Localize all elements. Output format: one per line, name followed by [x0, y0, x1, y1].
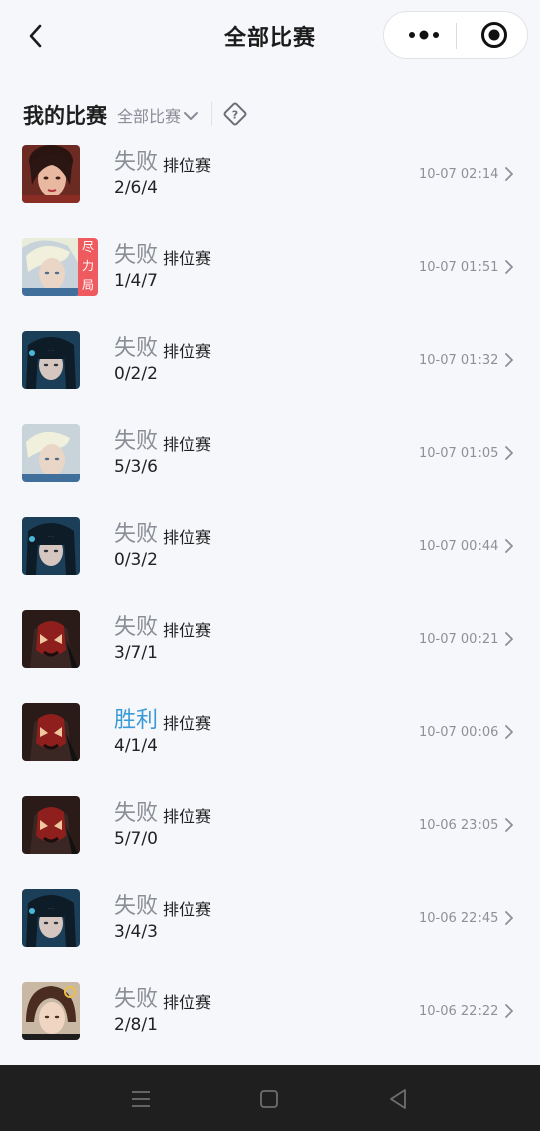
match-time: 10-07 01:32: [419, 353, 499, 368]
nav-home-button[interactable]: [253, 1083, 285, 1115]
match-time: 10-06 22:45: [419, 911, 499, 926]
nav-menu-button[interactable]: [125, 1083, 157, 1115]
chevron-right-icon: [505, 167, 513, 181]
hero-avatar: [22, 424, 80, 482]
match-result: 失败: [114, 429, 159, 454]
hero-avatar: [22, 331, 80, 389]
match-result: 失败: [114, 243, 159, 268]
effort-badge-char: 力: [81, 259, 94, 273]
match-mode: 排位赛: [163, 528, 212, 547]
match-time: 10-06 22:22: [419, 1004, 499, 1019]
match-row[interactable]: 失败 排位赛 2/8/1 10-06 22:22: [0, 973, 540, 1066]
system-nav-bar: [0, 1065, 540, 1131]
effort-badge: 尽力局: [78, 238, 98, 296]
match-time: 10-06 23:05: [419, 818, 499, 833]
match-kda: 4/1/4: [114, 736, 158, 756]
match-result: 失败: [114, 801, 159, 826]
more-dots-icon: [409, 30, 439, 40]
section-divider: [211, 102, 212, 126]
match-time: 10-07 01:51: [419, 260, 499, 275]
hero-avatar: [22, 517, 80, 575]
chevron-right-icon: [505, 818, 513, 832]
match-result: 失败: [114, 150, 159, 175]
chevron-right-icon: [505, 353, 513, 367]
hero-avatar: [22, 796, 80, 854]
match-result: 胜利: [114, 708, 159, 733]
chevron-right-icon: [505, 260, 513, 274]
more-button[interactable]: [394, 12, 454, 58]
match-row[interactable]: 失败 排位赛 2/6/4 10-07 02:14: [0, 136, 540, 229]
chevron-right-icon: [505, 632, 513, 646]
match-row[interactable]: 失败 排位赛 3/4/3 10-06 22:45: [0, 880, 540, 973]
effort-badge-char: 局: [81, 278, 94, 292]
match-result: 失败: [114, 987, 159, 1012]
target-close-icon: [481, 22, 507, 48]
match-mode: 排位赛: [163, 435, 212, 454]
hero-avatar: [22, 610, 80, 668]
match-kda: 0/3/2: [114, 550, 158, 570]
match-result: 失败: [114, 894, 159, 919]
match-row[interactable]: 失败 排位赛 5/3/6 10-07 01:05: [0, 415, 540, 508]
match-kda: 5/3/6: [114, 457, 158, 477]
match-row[interactable]: 失败 排位赛 3/7/1 10-07 00:21: [0, 601, 540, 694]
match-kda: 2/6/4: [114, 178, 158, 198]
nav-back-button[interactable]: [382, 1083, 414, 1115]
match-result: 失败: [114, 615, 159, 640]
match-time: 10-07 01:05: [419, 446, 499, 461]
capsule-divider: [456, 23, 457, 49]
hero-avatar: [22, 145, 80, 203]
match-result: 失败: [114, 522, 159, 547]
match-kda: 0/2/2: [114, 364, 158, 384]
match-kda: 1/4/7: [114, 271, 158, 291]
match-mode: 排位赛: [163, 342, 212, 361]
filter-dropdown[interactable]: 全部比赛: [117, 103, 199, 127]
chevron-right-icon: [505, 911, 513, 925]
section-title: 我的比赛: [23, 104, 107, 128]
menu-icon: [132, 1091, 150, 1107]
chevron-right-icon: [505, 725, 513, 739]
match-mode: 排位赛: [163, 156, 212, 175]
help-diamond-icon[interactable]: ?: [222, 101, 248, 127]
match-row[interactable]: 失败 排位赛 5/7/0 10-06 23:05: [0, 787, 540, 880]
mini-program-capsule: [383, 11, 528, 59]
hero-avatar: [22, 703, 80, 761]
hero-avatar: [22, 889, 80, 947]
filter-label: 全部比赛: [117, 107, 182, 126]
chevron-right-icon: [505, 1004, 513, 1018]
match-time: 10-07 02:14: [419, 167, 499, 182]
match-kda: 2/8/1: [114, 1015, 158, 1035]
chevron-down-icon: [184, 112, 199, 120]
match-time: 10-07 00:06: [419, 725, 499, 740]
match-result: 失败: [114, 336, 159, 361]
match-kda: 5/7/0: [114, 829, 158, 849]
match-row[interactable]: 失败 排位赛 0/3/2 10-07 00:44: [0, 508, 540, 601]
match-mode: 排位赛: [163, 249, 212, 268]
effort-badge-char: 尽: [81, 240, 94, 254]
match-mode: 排位赛: [163, 714, 212, 733]
section-header: 我的比赛 全部比赛 ?: [0, 92, 540, 136]
back-triangle-icon: [390, 1089, 406, 1109]
match-mode: 排位赛: [163, 807, 212, 826]
close-button[interactable]: [466, 12, 522, 58]
svg-text:?: ?: [232, 109, 238, 122]
match-mode: 排位赛: [163, 900, 212, 919]
match-row[interactable]: 胜利 排位赛 4/1/4 10-07 00:06: [0, 694, 540, 787]
hero-avatar: [22, 238, 80, 296]
chevron-right-icon: [505, 539, 513, 553]
hero-avatar: [22, 982, 80, 1040]
chevron-right-icon: [505, 446, 513, 460]
match-row[interactable]: 失败 排位赛 0/2/2 10-07 01:32: [0, 322, 540, 415]
match-mode: 排位赛: [163, 993, 212, 1012]
match-kda: 3/4/3: [114, 922, 158, 942]
top-bar: 全部比赛: [0, 0, 540, 72]
home-square-icon: [260, 1090, 278, 1108]
match-kda: 3/7/1: [114, 643, 158, 663]
match-time: 10-07 00:21: [419, 632, 499, 647]
match-time: 10-07 00:44: [419, 539, 499, 554]
match-mode: 排位赛: [163, 621, 212, 640]
